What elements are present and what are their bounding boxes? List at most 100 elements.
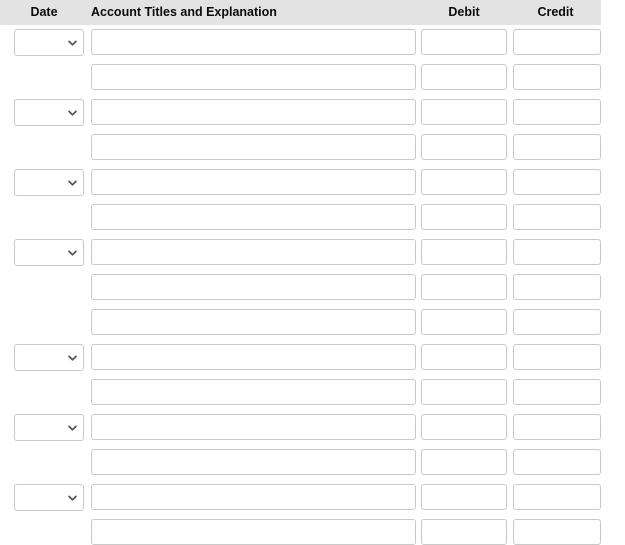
cell-debit <box>421 449 513 475</box>
cell-account <box>91 134 421 160</box>
credit-input[interactable] <box>513 239 601 265</box>
credit-input[interactable] <box>513 519 601 545</box>
debit-input[interactable] <box>421 449 507 475</box>
account-title-input[interactable] <box>91 239 416 265</box>
table-body <box>0 25 625 545</box>
date-select[interactable] <box>14 344 84 371</box>
debit-input[interactable] <box>421 274 507 300</box>
account-title-input[interactable] <box>91 99 416 125</box>
credit-input[interactable] <box>513 414 601 440</box>
cell-account <box>91 169 421 195</box>
table-row <box>0 29 625 64</box>
debit-input[interactable] <box>421 204 507 230</box>
cell-debit <box>421 134 513 160</box>
debit-input[interactable] <box>421 309 507 335</box>
date-select-wrapper <box>14 414 84 441</box>
debit-input[interactable] <box>421 134 507 160</box>
cell-account <box>91 484 421 510</box>
column-header-debit: Debit <box>448 5 480 19</box>
account-title-input[interactable] <box>91 484 416 510</box>
credit-input[interactable] <box>513 134 601 160</box>
cell-credit <box>513 484 605 510</box>
account-title-input[interactable] <box>91 344 416 370</box>
credit-input[interactable] <box>513 309 601 335</box>
credit-input[interactable] <box>513 169 601 195</box>
cell-date <box>0 64 91 65</box>
cell-date <box>0 29 91 56</box>
date-select[interactable] <box>14 414 84 441</box>
cell-debit <box>421 519 513 545</box>
date-select[interactable] <box>14 484 84 511</box>
cell-credit <box>513 134 605 160</box>
debit-input[interactable] <box>421 484 507 510</box>
debit-input[interactable] <box>421 379 507 405</box>
date-select[interactable] <box>14 239 84 266</box>
account-title-input[interactable] <box>91 519 416 545</box>
cell-debit <box>421 309 513 335</box>
account-title-input[interactable] <box>91 29 416 55</box>
table-row <box>0 99 625 134</box>
cell-account <box>91 99 421 125</box>
cell-account <box>91 239 421 265</box>
account-title-input[interactable] <box>91 274 416 300</box>
cell-date <box>0 134 91 135</box>
credit-input[interactable] <box>513 344 601 370</box>
account-title-input[interactable] <box>91 414 416 440</box>
credit-input[interactable] <box>513 379 601 405</box>
debit-input[interactable] <box>421 99 507 125</box>
cell-debit <box>421 484 513 510</box>
credit-input[interactable] <box>513 204 601 230</box>
credit-input[interactable] <box>513 274 601 300</box>
account-title-input[interactable] <box>91 134 416 160</box>
date-select-wrapper <box>14 99 84 126</box>
account-title-input[interactable] <box>91 309 416 335</box>
credit-input[interactable] <box>513 449 601 475</box>
credit-input[interactable] <box>513 29 601 55</box>
debit-input[interactable] <box>421 239 507 265</box>
credit-input[interactable] <box>513 99 601 125</box>
table-row <box>0 484 625 519</box>
cell-date <box>0 204 91 205</box>
date-select[interactable] <box>14 99 84 126</box>
debit-input[interactable] <box>421 29 507 55</box>
date-select-wrapper <box>14 239 84 266</box>
cell-date <box>0 484 91 511</box>
table-row <box>0 274 625 309</box>
cell-date <box>0 99 91 126</box>
account-title-input[interactable] <box>91 449 416 475</box>
cell-debit <box>421 344 513 370</box>
account-title-input[interactable] <box>91 379 416 405</box>
account-title-input[interactable] <box>91 169 416 195</box>
credit-input[interactable] <box>513 64 601 90</box>
cell-date <box>0 169 91 196</box>
account-title-input[interactable] <box>91 204 416 230</box>
table-row <box>0 344 625 379</box>
cell-debit <box>421 204 513 230</box>
table-header-row: Date Account Titles and Explanation Debi… <box>0 0 601 25</box>
cell-credit <box>513 64 605 90</box>
date-select[interactable] <box>14 169 84 196</box>
cell-account <box>91 29 421 55</box>
debit-input[interactable] <box>421 64 507 90</box>
cell-date <box>0 309 91 310</box>
date-select-wrapper <box>14 169 84 196</box>
cell-account <box>91 309 421 335</box>
cell-debit <box>421 29 513 55</box>
cell-account <box>91 449 421 475</box>
table-row <box>0 449 625 484</box>
debit-input[interactable] <box>421 169 507 195</box>
debit-input[interactable] <box>421 519 507 545</box>
date-select[interactable] <box>14 29 84 56</box>
cell-date <box>0 239 91 266</box>
cell-credit <box>513 169 605 195</box>
account-title-input[interactable] <box>91 64 416 90</box>
cell-debit <box>421 99 513 125</box>
debit-input[interactable] <box>421 344 507 370</box>
cell-credit <box>513 344 605 370</box>
cell-credit <box>513 204 605 230</box>
cell-debit <box>421 379 513 405</box>
credit-input[interactable] <box>513 484 601 510</box>
table-row <box>0 134 625 169</box>
debit-input[interactable] <box>421 414 507 440</box>
cell-debit <box>421 274 513 300</box>
